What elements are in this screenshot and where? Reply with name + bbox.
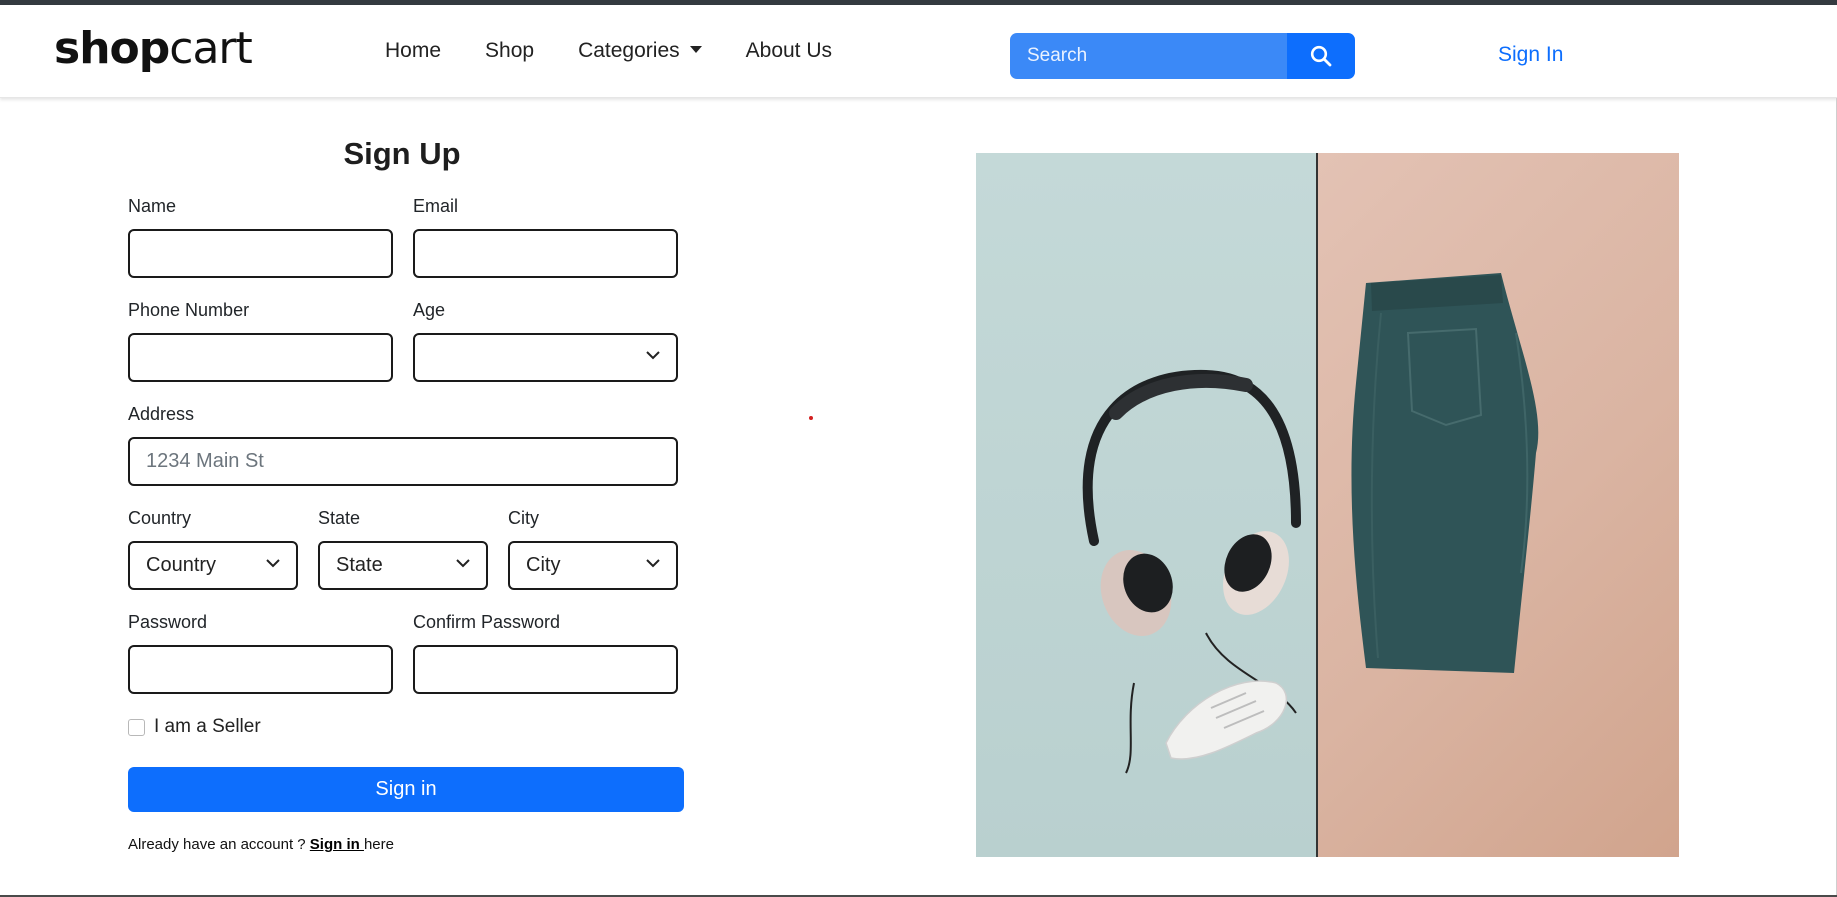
country-select[interactable]: Country bbox=[128, 541, 298, 590]
sneaker-graphic bbox=[1165, 680, 1287, 760]
nav-menu: Home Shop Categories About Us bbox=[385, 39, 876, 63]
phone-field[interactable] bbox=[128, 333, 393, 382]
name-field[interactable] bbox=[128, 229, 393, 278]
brand-logo-light: cart bbox=[169, 23, 252, 74]
phone-label: Phone Number bbox=[128, 300, 250, 320]
seller-checkbox[interactable] bbox=[128, 719, 145, 736]
address-label: Address bbox=[128, 404, 195, 424]
nav-about-us[interactable]: About Us bbox=[746, 39, 832, 63]
jeans-graphic bbox=[1351, 273, 1539, 673]
country-label: Country bbox=[128, 508, 192, 528]
confirm-password-label: Confirm Password bbox=[413, 612, 561, 632]
signin-prompt-suffix: here bbox=[363, 836, 394, 853]
country-select-value: Country bbox=[146, 554, 217, 576]
age-select[interactable] bbox=[413, 333, 678, 382]
nav-home[interactable]: Home bbox=[385, 39, 441, 63]
chevron-down-icon bbox=[646, 559, 660, 568]
name-label: Name bbox=[128, 196, 177, 216]
search-input[interactable] bbox=[1010, 33, 1287, 79]
signin-prompt: Already have an account ? Sign in here bbox=[128, 836, 394, 853]
hero-illustration bbox=[1082, 273, 1539, 774]
signin-prompt-link[interactable]: Sign in bbox=[310, 836, 364, 853]
nav-categories-dropdown[interactable]: Categories bbox=[578, 39, 702, 63]
sign-in-submit-button[interactable]: Sign in bbox=[128, 767, 684, 812]
confirm-password-field[interactable] bbox=[413, 645, 678, 694]
email-field[interactable] bbox=[413, 229, 678, 278]
navbar: shopcart Home Shop Categories About Us S… bbox=[0, 5, 1837, 98]
address-field[interactable] bbox=[128, 437, 678, 486]
password-label: Password bbox=[128, 612, 208, 632]
search-button[interactable] bbox=[1287, 33, 1355, 79]
chevron-down-icon bbox=[266, 559, 280, 568]
state-label: State bbox=[318, 508, 361, 528]
city-label: City bbox=[508, 508, 539, 528]
hero-image bbox=[976, 153, 1679, 857]
chevron-down-icon bbox=[646, 351, 660, 360]
cursor-dot bbox=[809, 416, 813, 420]
state-select-value: State bbox=[336, 554, 383, 576]
nav-categories-label: Categories bbox=[578, 39, 680, 62]
city-select[interactable]: City bbox=[508, 541, 678, 590]
age-label: Age bbox=[413, 300, 446, 320]
email-label: Email bbox=[413, 196, 459, 216]
header-sign-in-link[interactable]: Sign In bbox=[1498, 43, 1563, 67]
chevron-down-icon bbox=[456, 559, 470, 568]
brand-logo-bold: shop bbox=[54, 23, 170, 74]
caret-down-icon bbox=[689, 46, 702, 53]
brand-logo[interactable]: shopcart bbox=[54, 27, 253, 71]
nav-shop[interactable]: Shop bbox=[485, 39, 534, 63]
seller-checkbox-label[interactable]: I am a Seller bbox=[154, 716, 261, 738]
state-select[interactable]: State bbox=[318, 541, 488, 590]
page-title: Sign Up bbox=[343, 136, 461, 171]
search-icon bbox=[1310, 45, 1332, 67]
city-select-value: City bbox=[526, 554, 561, 576]
signin-prompt-prefix: Already have an account ? bbox=[128, 836, 310, 853]
search-bar bbox=[1010, 33, 1355, 79]
password-field[interactable] bbox=[128, 645, 393, 694]
